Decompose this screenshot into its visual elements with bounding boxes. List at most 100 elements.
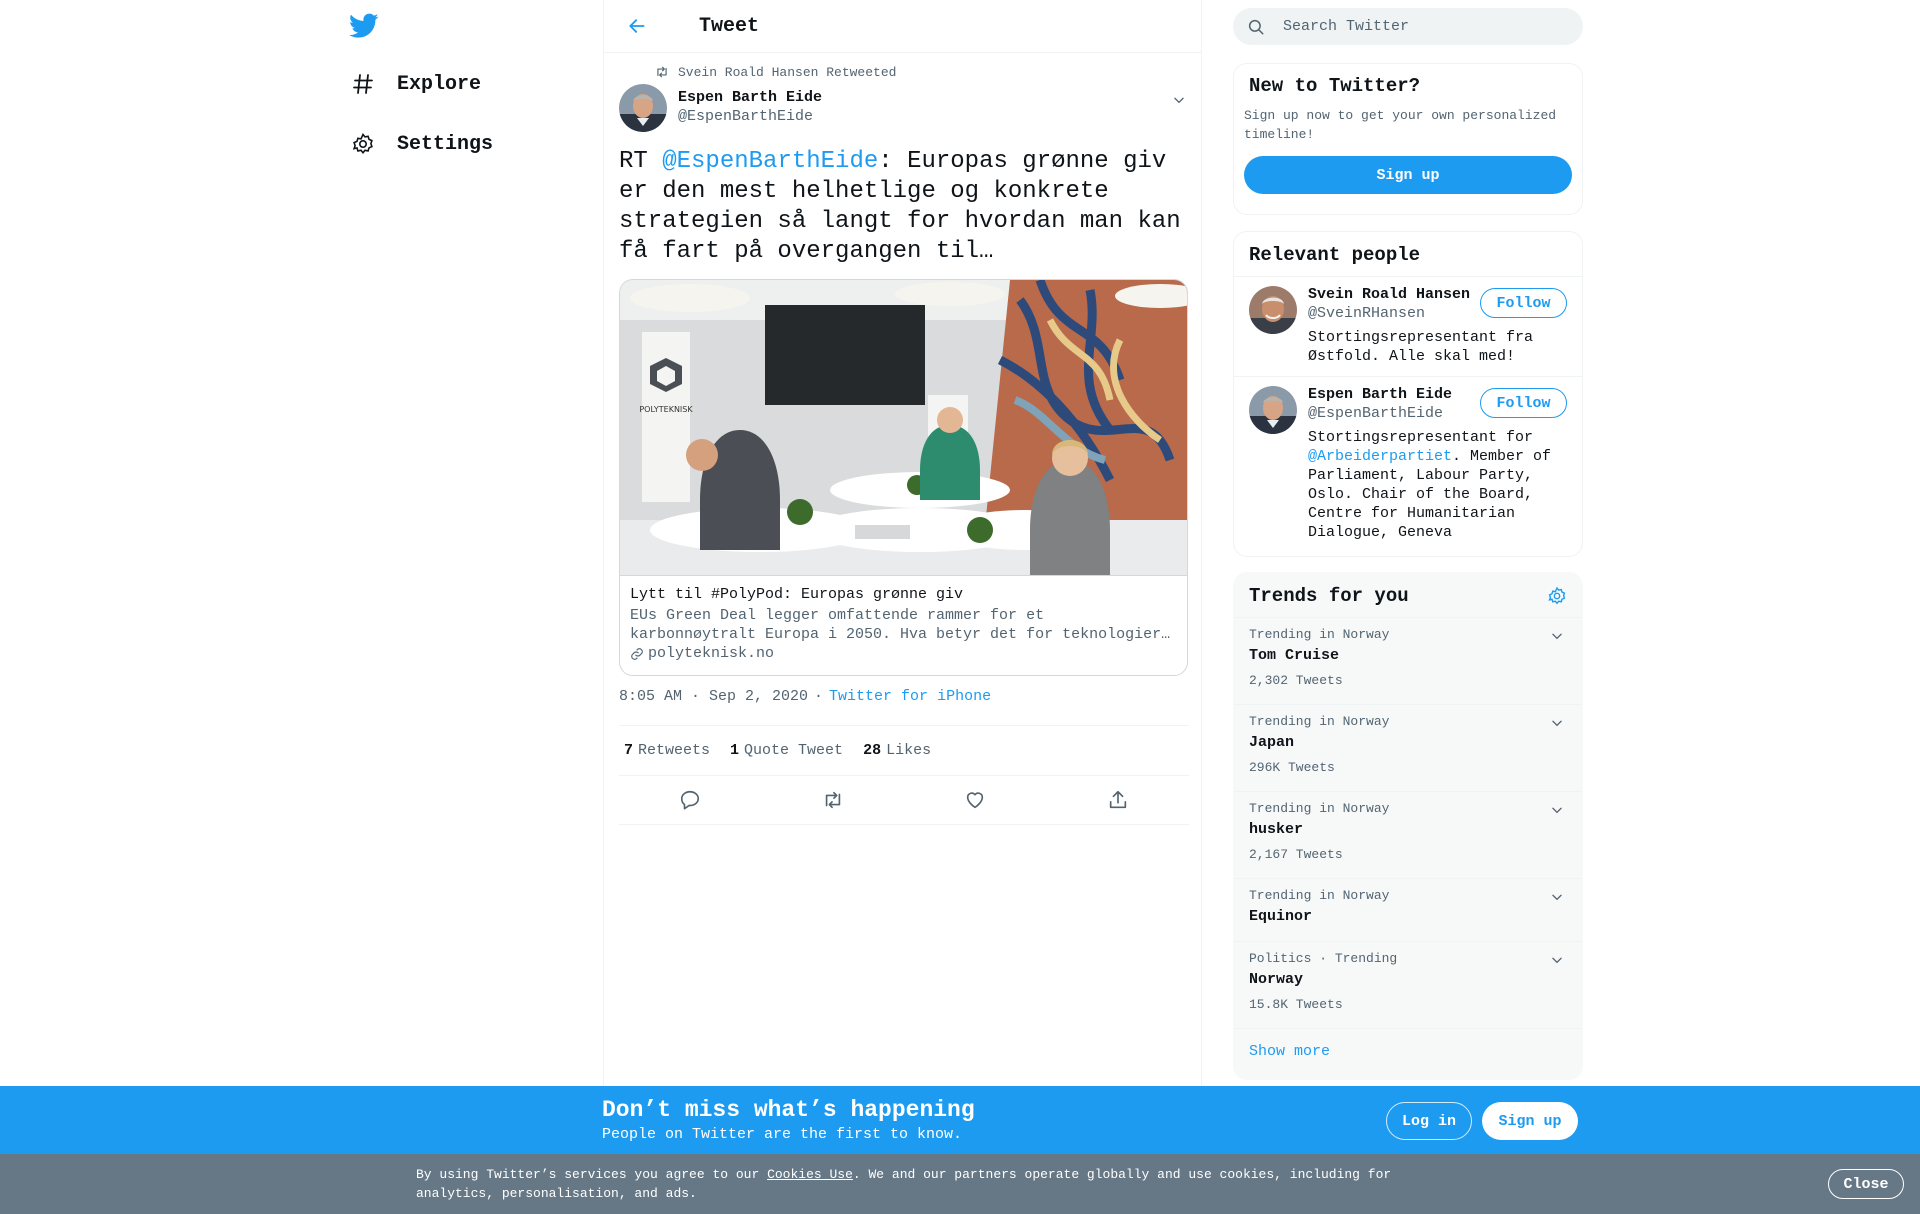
trend-name: Tom Cruise bbox=[1249, 647, 1340, 664]
cookie-bar: By using Twitter’s services you agree to… bbox=[0, 1154, 1920, 1214]
nav-explore[interactable]: Explore bbox=[349, 62, 481, 106]
tweet-column: Tweet Svein Roald Hansen Retweeted Espen… bbox=[603, 0, 1202, 1086]
chevron-down-icon[interactable] bbox=[1547, 713, 1567, 733]
signup-button[interactable]: Sign up bbox=[1482, 1102, 1578, 1140]
tweet-text: RT @EspenBarthEide: Europas grønne giv e… bbox=[619, 147, 1189, 267]
relevant-people-box: Relevant people Svein Roald Hansen @Svei… bbox=[1233, 231, 1583, 557]
trend-name: Norway bbox=[1249, 971, 1304, 988]
author-name[interactable]: Espen Barth Eide bbox=[678, 88, 822, 107]
like-heart-icon[interactable] bbox=[958, 783, 992, 817]
card-link[interactable]: polyteknisk.no bbox=[630, 644, 1177, 663]
reply-icon[interactable] bbox=[673, 783, 707, 817]
link-card[interactable]: POLYTEKNISK Lytt til #PolyPod: Europas g… bbox=[619, 279, 1188, 676]
new-to-twitter-title: New to Twitter? bbox=[1249, 75, 1421, 97]
banner-subtitle: People on Twitter are the first to know. bbox=[602, 1126, 963, 1143]
share-icon[interactable] bbox=[1101, 783, 1135, 817]
trend-context: Trending in Norway bbox=[1249, 888, 1390, 903]
trend-count: 15.8K Tweets bbox=[1249, 997, 1343, 1012]
trend-name: Japan bbox=[1249, 734, 1295, 751]
trend-item[interactable]: Trending in Norway Tom Cruise 2,302 Twee… bbox=[1234, 618, 1582, 705]
tweet-actions bbox=[619, 776, 1189, 825]
trends-title: Trends for you bbox=[1249, 585, 1409, 607]
trend-context: Trending in Norway bbox=[1249, 714, 1390, 729]
trend-item[interactable]: Trending in Norway Equinor bbox=[1234, 879, 1582, 942]
quote-tweets-count: 1 bbox=[730, 742, 740, 759]
retweet-context[interactable]: Svein Roald Hansen Retweeted bbox=[654, 64, 896, 80]
tweet-header: Tweet bbox=[604, 0, 1201, 53]
relevant-people-title: Relevant people bbox=[1249, 244, 1421, 266]
card-description: EUs Green Deal legger omfattende rammer … bbox=[630, 606, 1177, 644]
trend-count: 2,302 Tweets bbox=[1249, 673, 1343, 688]
new-to-twitter-box: New to Twitter? Sign up now to get your … bbox=[1233, 63, 1583, 215]
nav-settings[interactable]: Settings bbox=[349, 122, 493, 166]
card-domain: polyteknisk.no bbox=[648, 645, 775, 662]
retweet-icon bbox=[654, 64, 670, 80]
photo-banner-text: POLYTEKNISK bbox=[639, 405, 693, 414]
tweet-timestamp[interactable]: 8:05 AM · Sep 2, 2020 bbox=[619, 688, 808, 705]
person-bio: Stortingsrepresentant fra Østfold. Alle … bbox=[1308, 329, 1534, 365]
trend-count: 296K Tweets bbox=[1249, 760, 1335, 775]
tweet-author: Espen Barth Eide @EspenBarthEide bbox=[619, 84, 1189, 134]
author-handle[interactable]: @EspenBarthEide bbox=[678, 107, 822, 126]
likes-count: 28 bbox=[863, 742, 882, 759]
trend-item[interactable]: Trending in Norway husker 2,167 Tweets bbox=[1234, 792, 1582, 879]
chevron-down-icon[interactable] bbox=[1169, 90, 1189, 110]
quote-tweets-label: Quote Tweet bbox=[744, 742, 844, 759]
avatar[interactable] bbox=[1249, 386, 1297, 434]
bio-mention-link[interactable]: @Arbeiderpartiet bbox=[1308, 448, 1452, 465]
login-button[interactable]: Log in bbox=[1386, 1102, 1472, 1140]
quote-tweets-stat[interactable]: 1 Quote Tweet bbox=[730, 742, 843, 759]
follow-button[interactable]: Follow bbox=[1480, 388, 1567, 418]
retweets-label: Retweets bbox=[638, 742, 711, 759]
chevron-down-icon[interactable] bbox=[1547, 626, 1567, 646]
trend-name: husker bbox=[1249, 821, 1304, 838]
banner-title: Don’t miss what’s happening bbox=[602, 1097, 975, 1123]
trend-item[interactable]: Trending in Norway Japan 296K Tweets bbox=[1234, 705, 1582, 792]
person-card[interactable]: Espen Barth Eide @EspenBarthEide Stortin… bbox=[1234, 377, 1582, 552]
retweet-icon[interactable] bbox=[816, 783, 850, 817]
search-input[interactable] bbox=[1283, 18, 1553, 35]
new-to-twitter-text: Sign up now to get your own personalized… bbox=[1244, 108, 1557, 142]
gear-icon[interactable] bbox=[1546, 585, 1568, 607]
twitter-bird-icon[interactable] bbox=[349, 13, 379, 41]
trends-box: Trends for you Trending in Norway Tom Cr… bbox=[1233, 572, 1583, 1080]
meta-separator: · bbox=[814, 688, 824, 705]
cookie-text-before: By using Twitter’s services you agree to… bbox=[416, 1167, 768, 1182]
cookie-close-button[interactable]: Close bbox=[1828, 1169, 1904, 1199]
search-bar[interactable] bbox=[1233, 8, 1583, 45]
person-card[interactable]: Svein Roald Hansen @SveinRHansen Stortin… bbox=[1234, 277, 1582, 377]
chevron-down-icon[interactable] bbox=[1547, 800, 1567, 820]
chevron-down-icon[interactable] bbox=[1547, 950, 1567, 970]
person-bio: Stortingsrepresentant for @Arbeiderparti… bbox=[1308, 428, 1567, 542]
tweet-mention-link[interactable]: @EspenBarthEide bbox=[662, 148, 878, 175]
nav-settings-label: Settings bbox=[397, 132, 494, 156]
tweet-source-link[interactable]: Twitter for iPhone bbox=[829, 688, 991, 705]
show-more-link[interactable]: Show more bbox=[1234, 1029, 1582, 1074]
avatar[interactable] bbox=[619, 84, 667, 132]
likes-label: Likes bbox=[886, 742, 932, 759]
search-icon bbox=[1247, 17, 1267, 37]
avatar[interactable] bbox=[1249, 286, 1297, 334]
signup-banner: Don’t miss what’s happening People on Tw… bbox=[0, 1086, 1920, 1154]
person-bio-prefix: Stortingsrepresentant for bbox=[1308, 429, 1534, 446]
card-title: Lytt til #PolyPod: Europas grønne giv bbox=[630, 586, 964, 603]
trend-context: Politics · Trending bbox=[1249, 951, 1398, 966]
trend-item[interactable]: Politics · Trending Norway 15.8K Tweets bbox=[1234, 942, 1582, 1029]
gear-icon bbox=[349, 130, 377, 158]
retweets-count: 7 bbox=[624, 742, 634, 759]
retweets-stat[interactable]: 7 Retweets bbox=[624, 742, 710, 759]
likes-stat[interactable]: 28 Likes bbox=[863, 742, 931, 759]
trend-name: Equinor bbox=[1249, 908, 1313, 925]
tweet-meta: 8:05 AM · Sep 2, 2020 · Twitter for iPho… bbox=[619, 688, 991, 705]
nav-explore-label: Explore bbox=[397, 72, 482, 96]
link-icon bbox=[630, 647, 644, 661]
card-photo: POLYTEKNISK bbox=[620, 280, 1187, 576]
sidebar-signup-button[interactable]: Sign up bbox=[1244, 156, 1572, 194]
follow-button[interactable]: Follow bbox=[1480, 288, 1567, 318]
cookie-text: By using Twitter’s services you agree to… bbox=[416, 1165, 1416, 1203]
page-title: Tweet bbox=[699, 14, 760, 38]
trend-context: Trending in Norway bbox=[1249, 627, 1390, 642]
cookies-use-link[interactable]: Cookies Use bbox=[767, 1167, 853, 1182]
arrow-left-icon[interactable] bbox=[625, 14, 649, 38]
chevron-down-icon[interactable] bbox=[1547, 887, 1567, 907]
